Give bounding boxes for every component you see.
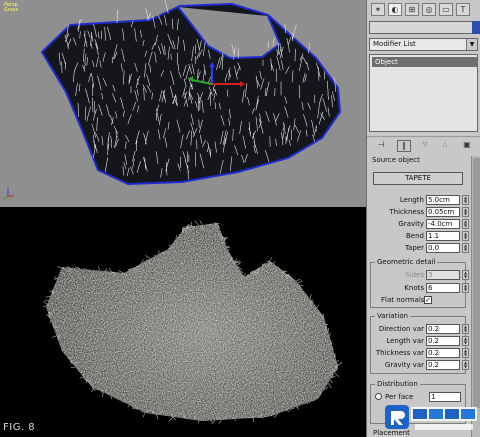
panel-scrollbar[interactable] <box>471 156 480 437</box>
taper-param: Taper 0.0 ▲ ▼ <box>404 243 469 253</box>
scrollbar-thumb[interactable] <box>473 158 480 408</box>
source-object-title: Source object <box>372 156 420 164</box>
object-name-field[interactable] <box>369 21 477 34</box>
figure-label: FIG. 8 <box>3 422 36 433</box>
render-preview: FIG. 8 <box>0 207 366 437</box>
spinner-icon[interactable]: ▲ ▼ <box>462 243 469 253</box>
spinner-icon[interactable]: ▲ ▼ <box>462 283 469 293</box>
view-axis-tripod <box>3 188 14 200</box>
per-face-input[interactable]: 1 <box>429 392 461 402</box>
display-tab-icon[interactable]: ▭ <box>439 3 453 16</box>
spinner-icon[interactable]: ▲ ▼ <box>462 360 469 370</box>
thickness-var-input[interactable]: 0.2 <box>426 348 460 358</box>
spinner-icon[interactable]: ▲ ▼ <box>462 336 469 346</box>
modify-tab-icon[interactable]: ◐ <box>388 3 402 16</box>
viewport-label[interactable]: Persp Grass <box>4 3 18 13</box>
thickness-input[interactable]: 0.05cm <box>426 207 460 217</box>
direction-var-input[interactable]: 0.2 <box>426 324 460 334</box>
spinner-icon[interactable]: ▲ ▼ <box>462 219 469 229</box>
gravity-input[interactable]: -4.0cm <box>426 219 460 229</box>
flat-normals-checkbox[interactable]: ✓ <box>424 296 432 304</box>
stack-item-object[interactable]: Object <box>372 57 478 67</box>
taper-input[interactable]: 0.0 <box>426 243 460 253</box>
site-watermark-logo <box>385 405 477 430</box>
flat-normals-row: Flat normals ✓ <box>381 296 432 304</box>
gravity-var-input[interactable]: 0.2 <box>426 360 460 370</box>
per-face-row: Per face 1 <box>375 392 471 402</box>
configure-sets-icon[interactable]: ▣ <box>461 140 473 150</box>
per-face-radio[interactable] <box>375 393 382 400</box>
thickness-param: Thickness 0.05cm ▲ ▼ <box>389 207 469 217</box>
knots-param: Knots 6 ▲ ▼ <box>404 283 469 293</box>
length-var-param: Length var 0.2 ▲ ▼ <box>386 336 469 346</box>
hierarchy-tab-icon[interactable]: ⊞ <box>405 3 419 16</box>
pick-source-object-button[interactable]: TAPETE <box>373 172 463 185</box>
spinner-icon[interactable]: ▲ ▼ <box>462 195 469 205</box>
object-color-swatch[interactable] <box>472 21 480 34</box>
knots-input[interactable]: 6 <box>426 283 460 293</box>
spinner-icon[interactable]: ▲ ▼ <box>462 207 469 217</box>
utilities-tab-icon[interactable]: T <box>456 3 470 16</box>
spinner-icon[interactable]: ▲ ▼ <box>462 324 469 334</box>
spinner-icon[interactable]: ▲ ▼ <box>462 270 469 280</box>
length-param: Length 5.0cm ▲ ▼ <box>399 195 469 205</box>
modifier-list-dropdown[interactable]: Modifier List ▼ <box>369 38 478 51</box>
bend-param: Bend 1.1 ▲ ▼ <box>406 231 469 241</box>
perspective-viewport[interactable]: Persp Grass <box>0 0 366 207</box>
stack-toolbar: ⊣ ‖ ∀ ⌂ ▣ <box>367 136 480 153</box>
length-input[interactable]: 5.0cm <box>426 195 460 205</box>
chevron-down-icon[interactable]: ▼ <box>466 39 477 50</box>
sides-input[interactable]: 3 <box>426 270 460 280</box>
gravity-var-param: Gravity var 0.2 ▲ ▼ <box>384 360 469 370</box>
command-panel-tabs: ✶ ◐ ⊞ ◎ ▭ T <box>367 0 480 20</box>
motion-tab-icon[interactable]: ◎ <box>422 3 436 16</box>
bend-input[interactable]: 1.1 <box>426 231 460 241</box>
spinner-icon[interactable]: ▲ ▼ <box>462 348 469 358</box>
direction-var-param: Direction var 0.2 ▲ ▼ <box>378 324 469 334</box>
sides-param: Sides 3 ▲ ▼ <box>405 270 469 280</box>
grass-mesh-preview <box>3 0 342 200</box>
modifier-stack[interactable]: Object <box>369 54 478 132</box>
length-var-input[interactable]: 0.2 <box>426 336 460 346</box>
spinner-icon[interactable]: ▲ ▼ <box>462 231 469 241</box>
remove-modifier-icon[interactable]: ⌂ <box>439 140 451 150</box>
create-tab-icon[interactable]: ✶ <box>371 3 385 16</box>
thickness-var-param: Thickness var 0.2 ▲ ▼ <box>375 348 469 358</box>
source-object-rollout: Source object <box>369 156 470 164</box>
show-end-result-icon[interactable]: ‖ <box>397 140 411 152</box>
make-unique-icon[interactable]: ∀ <box>419 140 431 150</box>
command-panel: ✶ ◐ ⊞ ◎ ▭ T Modifier List ▼ Object ⊣ ‖ ∀… <box>366 0 480 437</box>
rug-mesh <box>40 2 342 186</box>
pin-stack-icon[interactable]: ⊣ <box>375 140 387 150</box>
gravity-param: Gravity -4.0cm ▲ ▼ <box>398 219 469 229</box>
rendered-grass-rug <box>42 220 343 425</box>
